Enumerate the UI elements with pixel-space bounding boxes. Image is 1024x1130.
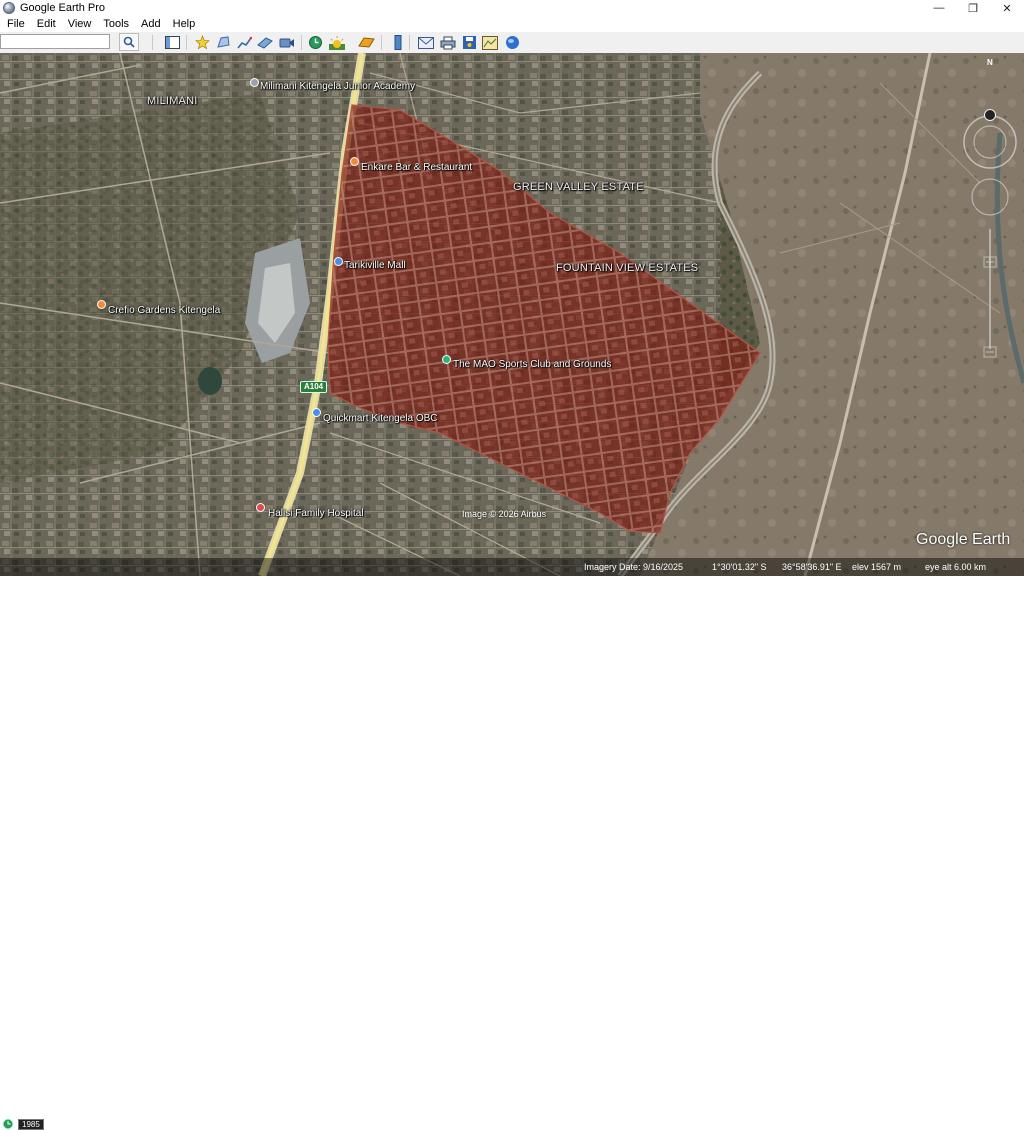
compass-north-label: N [987,58,993,67]
place-label-tarikiville-mall[interactable]: Tarikiville Mall [344,260,406,271]
longitude-readout: 36°58'36.91" E [782,562,842,572]
eye-altitude-readout: eye alt 6.00 km [925,562,987,572]
area-label-green-valley: GREEN VALLEY ESTATE [513,181,644,193]
toolbar-separator [301,35,302,50]
save-image-icon[interactable] [460,34,478,51]
toolbar [0,32,1024,54]
google-earth-app-icon [3,2,15,14]
elevation-readout: elev 1567 m [852,562,902,572]
food-pin-icon[interactable] [97,300,106,309]
menu-bar: File Edit View Tools Add Help [0,16,1024,32]
planets-icon[interactable] [357,34,375,51]
title-bar: Google Earth Pro — ❐ ✕ [0,0,1024,16]
close-button[interactable]: ✕ [990,0,1024,16]
email-icon[interactable] [417,34,435,51]
place-label-enkare-bar[interactable]: Enkare Bar & Restaurant [361,162,472,173]
menu-help[interactable]: Help [166,18,201,30]
imagery-date: Imagery Date: 9/16/2025 [584,562,684,572]
sidebar-icon[interactable] [163,34,181,51]
search-input[interactable] [0,34,110,49]
school-pin-icon[interactable] [250,78,259,87]
status-bar: 1985 Imagery Date: 9/16/2025 1°30'01.32"… [0,558,1024,1130]
navigation-controls[interactable] [962,109,1022,369]
earth-gallery-icon[interactable] [503,34,521,51]
search-icon [123,36,135,48]
polygon-icon[interactable] [214,34,232,51]
toolbar-separator [152,35,153,50]
place-label-junior-academy[interactable]: Milimani Kitengela Junior Academy [260,81,415,92]
print-icon[interactable] [439,34,457,51]
latitude-readout: 1°30'01.32" S [712,562,767,572]
view-in-maps-icon[interactable] [481,34,499,51]
image-overlay-icon[interactable] [256,34,274,51]
shopping-pin-icon[interactable] [334,257,343,266]
area-label-fountain-view: FOUNTAIN VIEW ESTATES [556,262,699,274]
place-label-halisi-hospital[interactable]: Halisi Family Hospital [268,508,364,519]
hospital-pin-icon[interactable] [256,503,265,512]
clock-icon [2,1118,14,1130]
ruler-icon[interactable] [389,34,407,51]
maximize-button[interactable]: ❐ [956,0,990,16]
toolbar-separator [409,35,410,50]
minimize-button[interactable]: — [922,0,956,16]
road-shield-a104: A104 [300,381,328,393]
record-tour-icon[interactable] [278,34,296,51]
window-controls: — ❐ ✕ [922,0,1024,16]
historical-imagery-icon[interactable] [306,34,324,51]
historical-imagery-control[interactable]: 1985 [2,1118,44,1130]
menu-edit[interactable]: Edit [30,18,61,30]
place-label-quickmart[interactable]: Quickmart Kitengela OBC [323,413,438,424]
history-year-label: 1985 [18,1118,44,1130]
menu-add[interactable]: Add [134,18,166,30]
imagery-credit: Image © 2026 Airbus [462,509,547,519]
place-label-mao-sports-club[interactable]: The MAO Sports Club and Grounds [453,359,611,370]
path-icon[interactable] [235,34,253,51]
toolbar-separator [186,35,187,50]
toolbar-separator [381,35,382,50]
shopping-pin-icon[interactable] [312,408,321,417]
map-view[interactable]: MILIMANI GREEN VALLEY ESTATE FOUNTAIN VI… [0,53,1024,576]
sunlight-icon[interactable] [328,34,346,51]
menu-tools[interactable]: Tools [96,18,134,30]
area-label-milimani: MILIMANI [147,95,198,107]
place-label-crefio-gardens[interactable]: Crefio Gardens Kitengela [108,305,220,316]
search-button[interactable] [119,33,139,51]
placemark-icon[interactable] [193,34,211,51]
menu-view[interactable]: View [61,18,97,30]
menu-file[interactable]: File [0,18,30,30]
restaurant-pin-icon[interactable] [350,157,359,166]
window-title: Google Earth Pro [20,2,105,14]
google-earth-watermark: Google Earth [916,531,1011,548]
park-pin-icon[interactable] [442,355,451,364]
